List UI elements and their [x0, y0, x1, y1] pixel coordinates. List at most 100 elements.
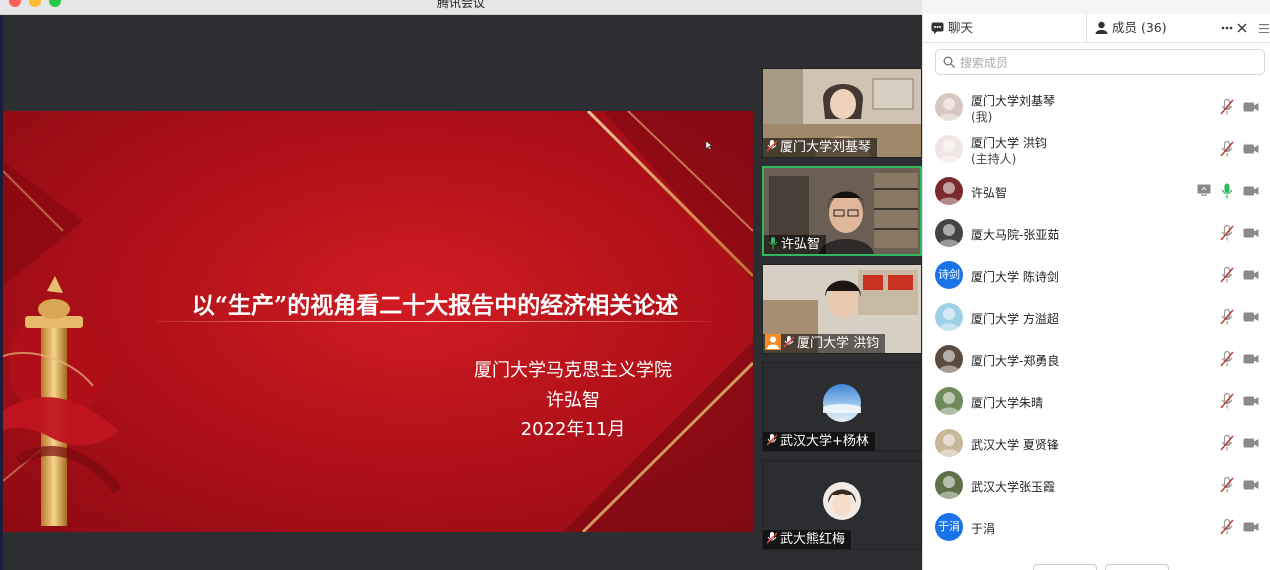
camera-off-icon[interactable] — [1243, 186, 1259, 196]
camera-off-icon[interactable] — [1243, 396, 1259, 406]
slide-date: 2022年11月 — [520, 419, 626, 440]
panel-menu-button[interactable] — [1259, 14, 1269, 42]
member-row[interactable]: 厦门大学朱晴 — [923, 380, 1270, 422]
close-panel-button[interactable] — [1237, 14, 1247, 42]
screen-share-icon — [1197, 184, 1211, 196]
camera-off-icon[interactable] — [1243, 480, 1259, 490]
camera-off-icon[interactable] — [1243, 102, 1259, 112]
avatar — [935, 429, 963, 457]
mic-muted-icon[interactable] — [1220, 225, 1234, 241]
mouse-cursor-icon — [706, 141, 713, 151]
member-name: 厦大马院-张亚茹 — [971, 228, 1060, 242]
search-icon — [943, 56, 955, 68]
members-panel: 聊天 成员 (36) 厦门大学刘基琴 (我) 厦门大学 洪钧 (主持人) 许弘智厦大马院… — [922, 14, 1270, 570]
mic-muted-icon[interactable] — [1220, 519, 1234, 535]
member-role: (我) — [971, 110, 993, 124]
avatar — [935, 219, 963, 247]
video-tile[interactable]: 武汉大学+杨林 — [762, 362, 922, 452]
mic-muted-icon[interactable] — [1220, 99, 1234, 115]
mic-muted-icon — [767, 140, 777, 152]
tile-name-label: 武大熊红梅 — [763, 530, 852, 549]
member-row[interactable]: 武汉大学张玉霞 — [923, 464, 1270, 506]
hamburger-icon — [1259, 24, 1269, 34]
member-name: 厦门大学-郑勇良 — [971, 354, 1060, 368]
window-titlebar: 腾讯会议 — [0, 0, 922, 15]
shared-slide: 以“生产”的视角看二十大报告中的经济相关论述 厦门大学马克思主义学院 许弘智 2… — [3, 111, 753, 532]
avatar — [935, 93, 963, 121]
mic-muted-icon — [784, 336, 794, 348]
member-row[interactable]: 武汉大学 夏贤锋 — [923, 422, 1270, 464]
slide-institution: 厦门大学马克思主义学院 — [474, 360, 672, 381]
tile-name-label: 厦门大学刘基琴 — [763, 138, 878, 157]
mic-muted-icon[interactable] — [1220, 393, 1234, 409]
mic-muted-icon — [767, 532, 777, 544]
member-name: 厦门大学 方溢超 — [971, 312, 1059, 326]
slide-title: 以“生产”的视角看二十大报告中的经济相关论述 — [191, 292, 679, 319]
tile-name-label: 武汉大学+杨林 — [763, 432, 875, 451]
more-horizontal-icon — [1221, 26, 1233, 30]
meeting-stage: 以“生产”的视角看二十大报告中的经济相关论述 厦门大学马克思主义学院 许弘智 2… — [0, 15, 922, 570]
huabiao-pillar-graphic — [3, 276, 122, 526]
avatar — [935, 345, 963, 373]
tab-members[interactable]: 成员 (36) — [1095, 14, 1167, 42]
mic-on-icon[interactable] — [1220, 183, 1234, 199]
mic-muted-icon — [767, 434, 777, 446]
member-name: 厦门大学朱晴 — [971, 396, 1044, 410]
member-name: 许弘智 — [971, 186, 1008, 200]
mic-muted-icon[interactable] — [1220, 477, 1234, 493]
camera-off-icon[interactable] — [1243, 438, 1259, 448]
video-tile[interactable]: 厦门大学 洪钧 — [762, 264, 922, 354]
avatar — [935, 303, 963, 331]
video-tile[interactable]: 厦门大学刘基琴 — [762, 68, 922, 158]
camera-off-icon[interactable] — [1243, 312, 1259, 322]
avatar — [935, 177, 963, 205]
avatar — [823, 384, 861, 422]
search-input[interactable] — [958, 53, 1252, 73]
member-row[interactable]: 厦大马院-张亚茹 — [923, 212, 1270, 254]
member-name: 厦门大学 洪钧 — [971, 136, 1047, 150]
panel-tabs: 聊天 成员 (36) — [923, 14, 1270, 43]
avatar — [935, 471, 963, 499]
avatar: 诗剑 — [935, 261, 963, 289]
slide-title-underline — [156, 321, 711, 322]
chat-icon — [931, 22, 944, 34]
tile-name-label: 厦门大学 洪钧 — [763, 334, 886, 353]
mic-muted-icon[interactable] — [1220, 141, 1234, 157]
mic-muted-icon[interactable] — [1220, 267, 1234, 283]
member-row[interactable]: 许弘智 — [923, 170, 1270, 212]
host-icon — [765, 334, 781, 350]
member-row[interactable]: 于涓 于涓 — [923, 506, 1270, 548]
avatar: 于涓 — [935, 513, 963, 541]
member-row[interactable]: 厦门大学 方溢超 — [923, 296, 1270, 338]
video-tile-speaking[interactable]: 许弘智 — [762, 166, 922, 256]
avatar — [935, 387, 963, 415]
member-row[interactable]: 诗剑 厦门大学 陈诗剑 — [923, 254, 1270, 296]
tab-chat[interactable]: 聊天 — [931, 14, 973, 42]
member-name: 厦门大学 陈诗剑 — [971, 270, 1059, 284]
member-name: 厦门大学刘基琴 — [971, 94, 1056, 108]
member-row[interactable]: 厦门大学-郑勇良 — [923, 338, 1270, 380]
avatar — [935, 135, 963, 163]
camera-off-icon[interactable] — [1243, 354, 1259, 364]
member-row[interactable]: 厦门大学刘基琴 (我) — [923, 86, 1270, 128]
camera-off-icon[interactable] — [1243, 144, 1259, 154]
camera-off-icon[interactable] — [1243, 522, 1259, 532]
member-search[interactable] — [935, 49, 1265, 75]
camera-off-icon[interactable] — [1243, 228, 1259, 238]
footer-button[interactable] — [1033, 564, 1097, 570]
more-options-button[interactable] — [1221, 14, 1233, 42]
mic-muted-icon[interactable] — [1220, 309, 1234, 325]
member-row[interactable]: 厦门大学 洪钧 (主持人) — [923, 128, 1270, 170]
window-title: 腾讯会议 — [436, 0, 485, 10]
slide-presenter: 许弘智 — [546, 390, 600, 411]
member-name: 武汉大学张玉霞 — [971, 480, 1056, 494]
mic-muted-icon[interactable] — [1220, 435, 1234, 451]
avatar — [823, 482, 861, 520]
camera-off-icon[interactable] — [1243, 270, 1259, 280]
video-tile[interactable]: 武大熊红梅 — [762, 460, 922, 550]
person-icon — [1095, 21, 1108, 34]
footer-button[interactable] — [1105, 564, 1169, 570]
close-icon — [1237, 23, 1247, 33]
member-name: 于涓 — [971, 522, 996, 536]
mic-muted-icon[interactable] — [1220, 351, 1234, 367]
